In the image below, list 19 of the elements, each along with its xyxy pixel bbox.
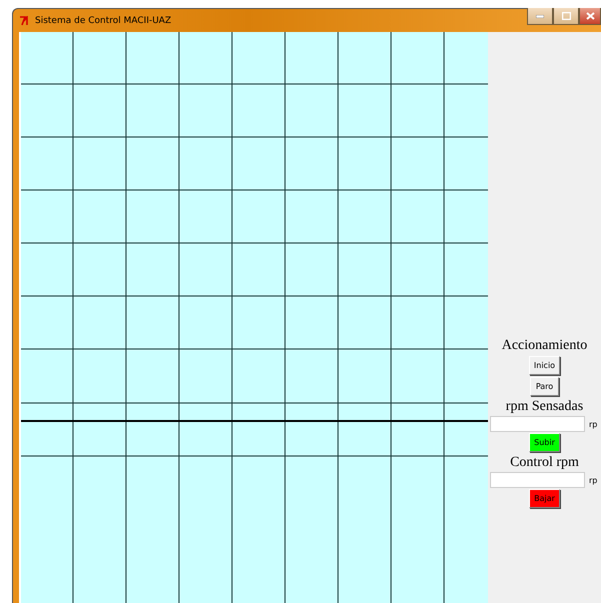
action-button[interactable]: Inicio	[528, 356, 560, 375]
maximize-button[interactable]	[553, 8, 579, 25]
app-logo-icon	[19, 16, 31, 26]
rpm-input-field[interactable]	[490, 472, 585, 488]
section-heading: rpm Sensadas	[506, 398, 584, 416]
close-button[interactable]	[579, 8, 601, 25]
section-heading: Control rpm	[510, 454, 579, 472]
minimize-icon	[536, 14, 544, 18]
window-title: Sistema de Control MACII-UAZ	[35, 16, 172, 26]
colored-button[interactable]: Bajar	[529, 489, 560, 508]
unit-label: rp	[589, 476, 598, 484]
maximize-icon	[562, 12, 570, 20]
rpm-input-field[interactable]	[490, 416, 585, 432]
minimize-button[interactable]	[527, 8, 553, 25]
unit-label: rp	[589, 420, 598, 428]
action-button[interactable]: Paro	[530, 377, 559, 396]
colored-button[interactable]: Subir	[529, 433, 560, 452]
close-icon	[586, 12, 594, 20]
section-heading: Accionamiento	[502, 337, 588, 355]
